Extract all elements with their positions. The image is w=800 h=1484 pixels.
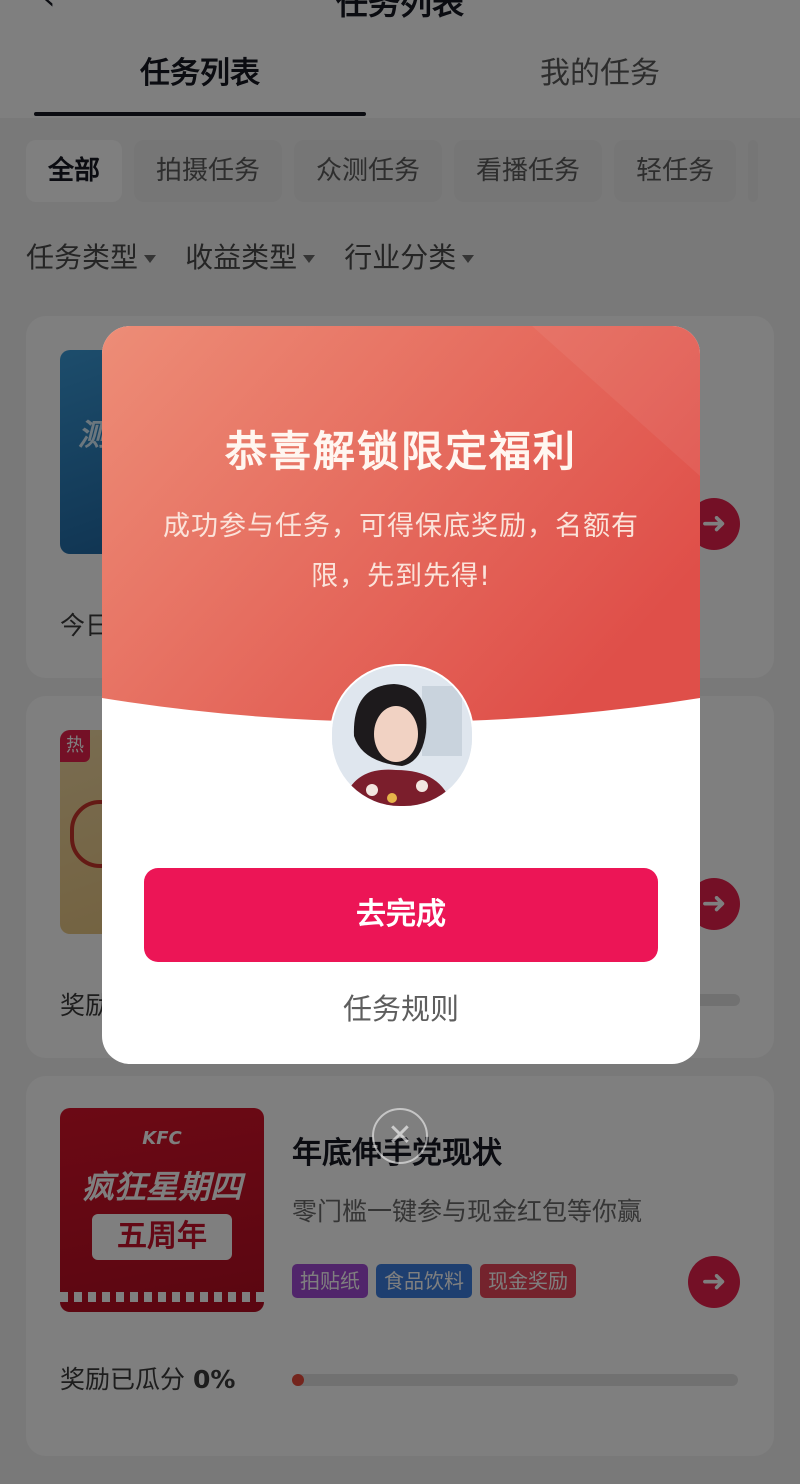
task-rules-link[interactable]: 任务规则 <box>102 986 700 1028</box>
task-list-screen: ‹ 任务列表 任务列表 我的任务 全部拍摄任务众测任务看播任务轻任务 任务类型 … <box>0 0 800 1484</box>
go-complete-button[interactable]: 去完成 <box>144 868 658 962</box>
reward-modal: 恭喜解锁限定福利 成功参与任务，可得保底奖励，名额有限，先到先得! 去完成 任务… <box>102 326 700 1064</box>
close-icon[interactable]: ✕ <box>372 1108 428 1164</box>
avatar <box>330 664 474 808</box>
avatar-image <box>332 666 472 806</box>
modal-subtitle: 成功参与任务，可得保底奖励，名额有限，先到先得! <box>163 511 639 592</box>
modal-title: 恭喜解锁限定福利 <box>224 427 577 476</box>
